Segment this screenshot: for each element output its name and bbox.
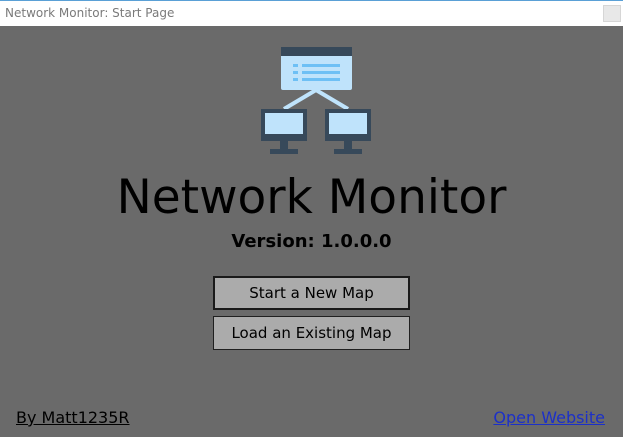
window-title: Network Monitor: Start Page [5,6,175,20]
title-bar[interactable]: Network Monitor: Start Page [0,0,623,26]
close-button[interactable] [603,5,621,22]
start-page: Network Monitor Version: 1.0.0.0 Start a… [0,26,623,437]
load-existing-map-button[interactable]: Load an Existing Map [213,316,410,350]
version-label: Version: 1.0.0.0 [231,231,392,252]
author-link[interactable]: By Matt1235R [16,408,130,428]
open-website-link[interactable]: Open Website [493,408,605,428]
app-window: Network Monitor: Start Page Network Moni… [0,0,623,437]
start-new-map-button[interactable]: Start a New Map [213,276,410,310]
app-name-heading: Network Monitor [116,170,507,225]
network-topology-icon [261,47,371,154]
